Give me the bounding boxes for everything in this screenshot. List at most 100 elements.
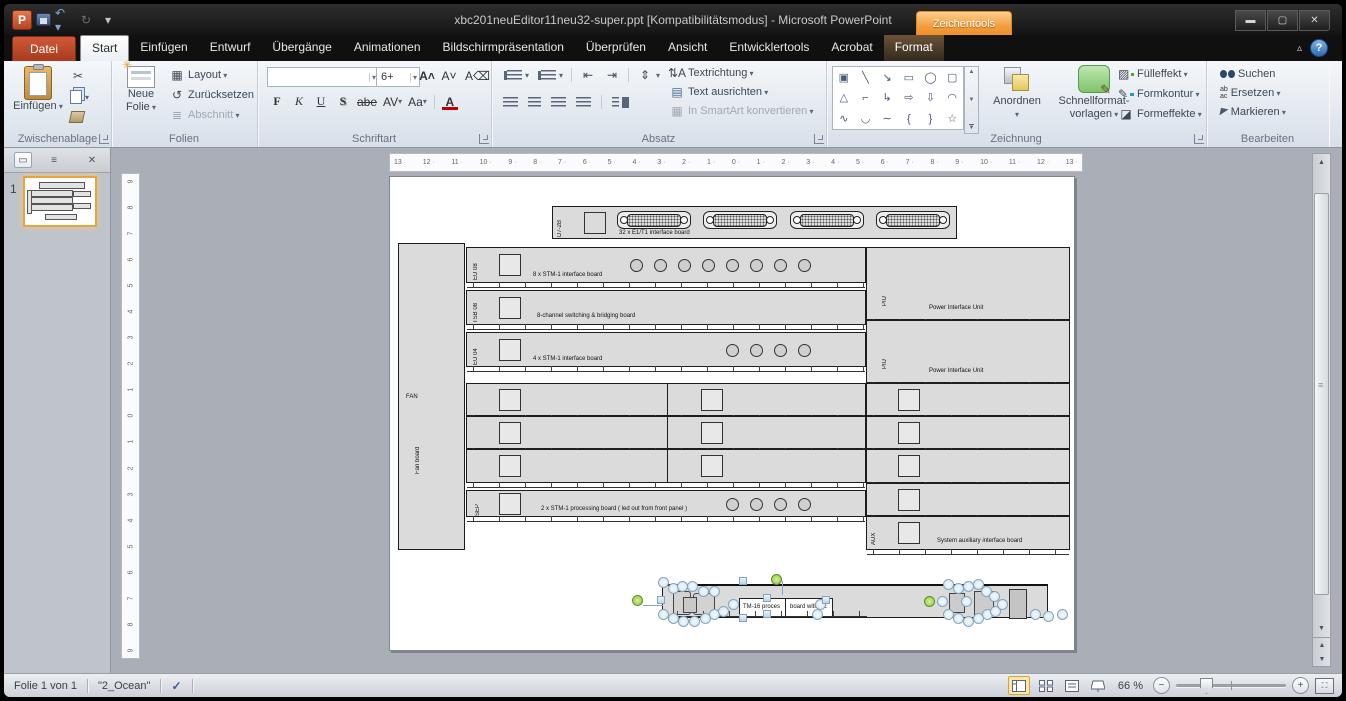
justify-icon[interactable] [576, 97, 591, 108]
shape-row-eu04[interactable]: EU 04 4 x STM-1 interface board [466, 332, 866, 367]
down-arrow-shape-icon[interactable]: ⇩ [920, 88, 942, 109]
aux-square[interactable] [898, 522, 920, 544]
elbow-arrow-shape-icon[interactable]: ↳ [876, 88, 898, 109]
help-icon[interactable]: ? [1310, 39, 1328, 57]
shape-top-connector-board[interactable]: D7-2B 32 x E1/T1 interface board [552, 206, 957, 239]
decrease-indent-icon[interactable]: ⇤ [580, 68, 596, 82]
cut-icon[interactable]: ✂ [70, 69, 86, 83]
shapes-gallery-scrollbar[interactable]: ▲▼▼ [964, 66, 979, 134]
slide-thumbnail[interactable] [23, 176, 97, 227]
bullets-button[interactable] [503, 70, 529, 81]
selection-handle-circle[interactable] [668, 613, 679, 624]
slot-square[interactable] [499, 455, 521, 477]
slot-square[interactable] [701, 455, 723, 477]
minimize-ribbon-icon[interactable]: ▵ [1297, 43, 1302, 54]
strikethrough-button[interactable]: abe [355, 93, 379, 110]
left-brace-shape-icon[interactable]: { [898, 108, 920, 129]
clipboard-dialog-launcher[interactable] [99, 134, 109, 144]
rectangle-shape-icon[interactable]: ▭ [898, 67, 920, 88]
minimize-button[interactable]: ▬ [1235, 10, 1266, 31]
slot-square[interactable] [499, 389, 521, 411]
curve-shape-icon[interactable]: ∼ [876, 108, 898, 129]
selection-handle-circle[interactable] [709, 586, 720, 597]
shape-row-eu08[interactable]: EU 08 8 x STM-1 interface board [466, 247, 866, 283]
replace-button[interactable]: abacErsetzen [1220, 86, 1286, 100]
selection-handle-square[interactable] [657, 596, 665, 604]
convert-smartart-button[interactable]: ▦In SmartArt konvertieren [669, 104, 813, 118]
right-brace-shape-icon[interactable]: } [920, 108, 942, 129]
sep-square[interactable] [499, 493, 521, 515]
bold-button[interactable]: F [267, 93, 287, 110]
slot-square[interactable] [898, 489, 920, 511]
slides-tab-icon[interactable]: ▭ [14, 152, 32, 168]
reading-view-button[interactable] [1062, 677, 1082, 694]
character-spacing-button[interactable]: AV [381, 93, 404, 110]
selection-handle-circle[interactable] [963, 581, 974, 592]
selection-handle-circle[interactable] [728, 599, 739, 610]
selection-handle-circle[interactable] [953, 583, 964, 594]
tab-übergänge[interactable]: Übergänge [261, 35, 342, 61]
scrollbar-thumb[interactable] [1314, 193, 1329, 595]
selection-handle-circle[interactable] [1030, 609, 1041, 620]
font-size-combo[interactable]: 6+▾ [376, 67, 420, 87]
shadow-button[interactable]: S [333, 93, 353, 110]
arc-shape-icon[interactable]: ◡ [855, 108, 877, 129]
select-button[interactable]: ◤Markieren [1220, 106, 1286, 118]
selection-handle-square[interactable] [822, 596, 830, 604]
align-text-button[interactable]: ▤Text ausrichten [669, 85, 813, 99]
tab-entwurf[interactable]: Entwurf [199, 35, 262, 61]
grow-font-icon[interactable]: A˄ [417, 67, 437, 84]
tab-ansicht[interactable]: Ansicht [657, 35, 718, 61]
undo-icon[interactable]: ↶ ▾ [55, 12, 73, 28]
selection-handle-circle[interactable] [943, 609, 954, 620]
shape-effects-button[interactable]: ◪Formeffekte [1118, 107, 1202, 121]
align-center-icon[interactable] [528, 97, 541, 108]
shape-right-slot-4[interactable] [866, 483, 1070, 516]
customize-quick-access-icon[interactable]: ▾ [99, 12, 117, 28]
align-left-icon[interactable] [503, 97, 518, 108]
shape-row-slot-1[interactable] [466, 383, 866, 416]
arrange-button[interactable]: Anordnen [986, 67, 1048, 121]
font-name-combo[interactable]: ▾ [267, 67, 379, 87]
slot-square[interactable] [701, 422, 723, 444]
drawing-dialog-launcher[interactable] [1194, 134, 1204, 144]
cloud-shape-icon[interactable]: ◠ [941, 88, 963, 109]
slide-sorter-view-button[interactable] [1036, 677, 1056, 694]
scribble-shape-icon[interactable]: ∿ [833, 108, 855, 129]
tab-format[interactable]: Format [884, 35, 944, 61]
save-icon[interactable] [36, 13, 51, 26]
underline-button[interactable]: U [311, 93, 331, 110]
selection-handle-square[interactable] [739, 614, 747, 622]
redo-icon[interactable]: ↻ [77, 12, 95, 28]
slideshow-view-button[interactable] [1088, 677, 1108, 694]
gallery-down-icon[interactable]: ▼ [969, 97, 975, 103]
fit-to-window-button[interactable]: ⛶ [1315, 678, 1334, 694]
tab-datei[interactable]: Datei [12, 36, 76, 61]
line-spacing-button[interactable]: ⇕ [637, 68, 660, 82]
powerpoint-logo-icon[interactable]: P [12, 10, 32, 30]
text-direction-button[interactable]: ⇅ATextrichtung [669, 66, 813, 80]
zoom-level[interactable]: 66 % [1118, 680, 1143, 692]
paste-button[interactable]: Einfügen [12, 66, 64, 113]
selection-handle-circle[interactable] [658, 609, 669, 620]
shape-outline-button[interactable]: ✎Formkontur [1118, 87, 1200, 101]
close-pane-icon[interactable]: ✕ [84, 153, 100, 167]
selection-handle-circle[interactable] [678, 616, 689, 627]
zoom-in-button[interactable]: + [1292, 677, 1309, 694]
selection-handle-square[interactable] [763, 610, 771, 618]
shape-row-sep[interactable]: SEP 2 x STM-1 processing board ( led out… [466, 490, 866, 517]
spellcheck-icon[interactable]: ✓ [171, 679, 181, 693]
selection-handle-square[interactable] [763, 594, 771, 602]
selection-handle-circle[interactable] [689, 616, 700, 627]
eu04-square[interactable] [499, 339, 521, 361]
rotation-handle[interactable] [632, 595, 643, 606]
right-arrow-shape-icon[interactable]: ⇨ [898, 88, 920, 109]
normal-view-button[interactable] [1008, 676, 1030, 695]
tab-entwicklertools[interactable]: Entwicklertools [718, 35, 820, 61]
close-button[interactable]: ✕ [1299, 10, 1330, 31]
selection-handle-circle[interactable] [718, 606, 729, 617]
zoom-slider-thumb[interactable] [1200, 678, 1213, 694]
shape-fill-button[interactable]: ▨Fülleffekt [1118, 67, 1188, 81]
copy-button[interactable] [70, 90, 89, 104]
shape-piu-2[interactable]: PIU Power Interface Unit [866, 320, 1070, 383]
